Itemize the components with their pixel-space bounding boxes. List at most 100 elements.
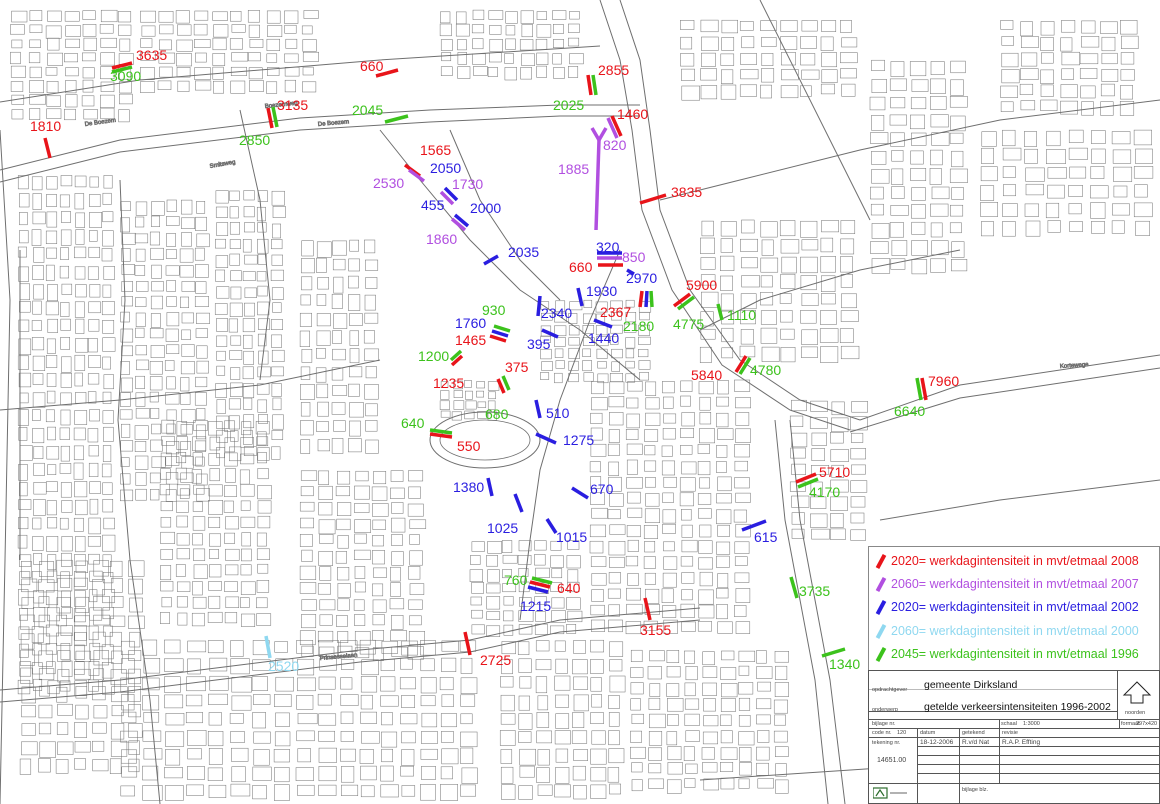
count-location-mark (644, 290, 649, 308)
datum-label: datum (920, 730, 936, 736)
traffic-count-label: 1235 (433, 375, 464, 391)
legend-swatch (875, 576, 887, 592)
client-name: gemeente Dirksland (924, 679, 1018, 691)
bijlage-label: bijlage nr. (872, 721, 896, 727)
traffic-count-label: 2035 (508, 244, 539, 260)
traffic-count-label: 3735 (799, 583, 830, 599)
traffic-count-label: 395 (527, 336, 551, 352)
subject-label: onderwerp (872, 707, 898, 713)
traffic-count-label: 510 (546, 405, 570, 421)
traffic-count-label: 375 (505, 359, 529, 375)
getekend-value: R.v/d Nat (962, 739, 990, 746)
legend-row: 2060= werkdagintensiteit in mvt/etmaal 2… (875, 574, 1139, 594)
legend-text: 2045= werkdagintensiteit in mvt/etmaal 1… (891, 647, 1139, 661)
legend-row: 2060= werkdagintensiteit in mvt/etmaal 2… (875, 621, 1139, 641)
traffic-count-label: 7960 (928, 373, 959, 389)
legend-text: 2020= werkdagintensiteit in mvt/etmaal 2… (891, 554, 1139, 568)
traffic-count-label: 615 (754, 529, 778, 545)
traffic-count-label: 1810 (30, 118, 61, 134)
traffic-count-label: 320 (596, 239, 620, 255)
traffic-count-label: 5900 (686, 277, 717, 293)
traffic-count-label: 5840 (691, 367, 722, 383)
traffic-count-label: 2970 (626, 270, 657, 286)
traffic-count-label: 1110 (727, 307, 756, 323)
traffic-count-label: 1460 (617, 106, 648, 122)
north-arrow-icon (1122, 681, 1152, 704)
legend-swatch (875, 646, 887, 662)
code-label: code nr. (872, 730, 892, 736)
legend-text: 2060= werkdagintensiteit in mvt/etmaal 2… (891, 577, 1139, 591)
company-logo-icon (873, 787, 907, 799)
traffic-count-label: 3090 (110, 68, 141, 84)
traffic-count-label: 680 (485, 406, 509, 422)
client-label: opdrachtgever (872, 687, 908, 693)
traffic-count-label: 1930 (586, 283, 617, 299)
north-label: noorden (1125, 710, 1146, 716)
traffic-count-label: 2180 (623, 318, 654, 334)
traffic-count-label: 660 (360, 58, 384, 74)
traffic-count-label: 2850 (239, 132, 270, 148)
revisie-value: R.A.P. Effting (1002, 739, 1041, 746)
legend-swatch (875, 553, 887, 569)
traffic-count-label: 850 (622, 249, 646, 265)
traffic-count-label: 1730 (452, 176, 483, 192)
traffic-count-label: 455 (421, 197, 445, 213)
traffic-count-label: 640 (557, 580, 581, 596)
legend: 2020= werkdagintensiteit in mvt/etmaal 2… (868, 546, 1160, 672)
legend-swatch (875, 623, 887, 639)
legend-row: 2020= werkdagintensiteit in mvt/etmaal 2… (875, 551, 1139, 571)
traffic-count-label: 2725 (480, 652, 511, 668)
traffic-count-label: 1200 (418, 348, 449, 364)
schaal-label: schaal (1001, 721, 1017, 727)
traffic-count-label: 1465 (455, 332, 486, 348)
legend-swatch (875, 599, 887, 615)
title-block: opdrachtgever gemeente Dirksland onderwe… (868, 670, 1160, 804)
code-value: 120 (897, 730, 907, 736)
traffic-count-label: 2855 (598, 62, 629, 78)
traffic-count-label: 1340 (829, 656, 860, 672)
traffic-count-label: 4780 (750, 362, 781, 378)
legend-row: 2045= werkdagintensiteit in mvt/etmaal 1… (875, 644, 1139, 664)
formaat-value: 297x420 (1136, 721, 1158, 727)
traffic-count-label: 820 (603, 137, 627, 153)
traffic-count-label: 2000 (470, 200, 501, 216)
traffic-count-label: 1025 (487, 520, 518, 536)
bijlage-footer-label: bijlage blz. (962, 787, 988, 793)
traffic-count-label: 2045 (352, 102, 383, 118)
traffic-count-label: 1275 (563, 432, 594, 448)
count-location-mark (638, 290, 644, 308)
tekening-value: 14651.00 (877, 757, 907, 764)
legend-text: 2060= werkdagintensiteit in mvt/etmaal 2… (891, 624, 1139, 638)
traffic-count-label: 660 (569, 259, 593, 275)
traffic-count-label: 2050 (430, 160, 461, 176)
getekend-label: getekend (962, 730, 985, 736)
traffic-count-label: 1885 (558, 161, 589, 177)
traffic-count-label: 2520 (268, 658, 299, 674)
traffic-count-label: 2025 (553, 97, 584, 113)
traffic-count-label: 1565 (420, 142, 451, 158)
tekening-label: tekening nr. (872, 740, 901, 746)
traffic-count-label: 1015 (556, 529, 587, 545)
traffic-count-label: 550 (457, 438, 481, 454)
traffic-count-label: 4775 (673, 316, 704, 332)
traffic-count-label: 1860 (426, 231, 457, 247)
traffic-count-label: 2340 (541, 305, 572, 321)
traffic-count-label: 3835 (671, 184, 702, 200)
traffic-count-label: 1380 (453, 479, 484, 495)
traffic-count-label: 670 (590, 481, 614, 497)
traffic-count-label: 5710 (819, 464, 850, 480)
datum-value: 18-12-2006 (920, 739, 954, 746)
traffic-count-label: 640 (401, 415, 425, 431)
count-location-mark (649, 290, 654, 308)
traffic-count-label: 3135 (277, 97, 308, 113)
traffic-count-label: 1760 (455, 315, 486, 331)
subject-title: getelde verkeersintensiteiten 1996-2002 (924, 701, 1111, 713)
traffic-count-label: 3155 (640, 622, 671, 638)
traffic-count-label: 1215 (520, 598, 551, 614)
traffic-count-label: 760 (504, 572, 528, 588)
traffic-count-label: 2530 (373, 175, 404, 191)
revisie-label: revisie (1002, 730, 1018, 736)
legend-row: 2020= werkdagintensiteit in mvt/etmaal 2… (875, 597, 1139, 617)
traffic-count-label: 1440 (588, 330, 619, 346)
traffic-count-label: 4170 (809, 484, 840, 500)
